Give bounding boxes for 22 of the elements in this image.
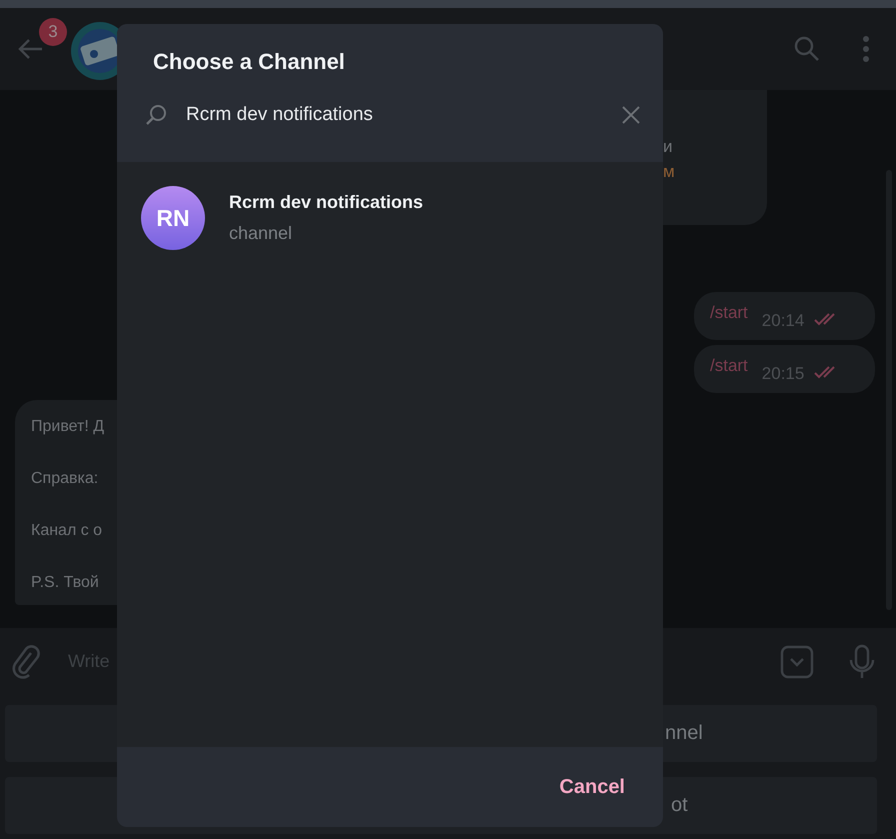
message-text: и <box>663 136 674 158</box>
dialog-title: Choose a Channel <box>152 48 346 75</box>
paperclip-icon[interactable] <box>12 644 42 678</box>
command-text: /start <box>710 303 748 323</box>
command-text: /start <box>710 356 748 376</box>
message-text: Привет! Д <box>31 417 106 437</box>
search-icon <box>145 104 167 126</box>
microphone-icon[interactable] <box>848 644 876 680</box>
message-text: м <box>663 161 676 183</box>
cancel-button[interactable]: Cancel <box>547 770 637 804</box>
menu-icon[interactable] <box>862 36 870 62</box>
close-icon[interactable] <box>621 105 641 125</box>
message-text: Канал с о <box>31 521 104 541</box>
message-text: P.S. Твой <box>31 573 100 593</box>
back-arrow-icon[interactable] <box>18 38 44 60</box>
search-icon[interactable] <box>794 36 820 62</box>
keyboard-toggle-icon[interactable] <box>780 644 814 678</box>
unread-badge: 3 <box>39 18 67 46</box>
channel-name[interactable]: Rcrm dev notifications <box>229 192 424 213</box>
channel-type: channel <box>229 223 294 244</box>
search-field[interactable]: Rcrm dev notifications <box>186 104 602 126</box>
message-text: Справка: <box>31 469 100 489</box>
